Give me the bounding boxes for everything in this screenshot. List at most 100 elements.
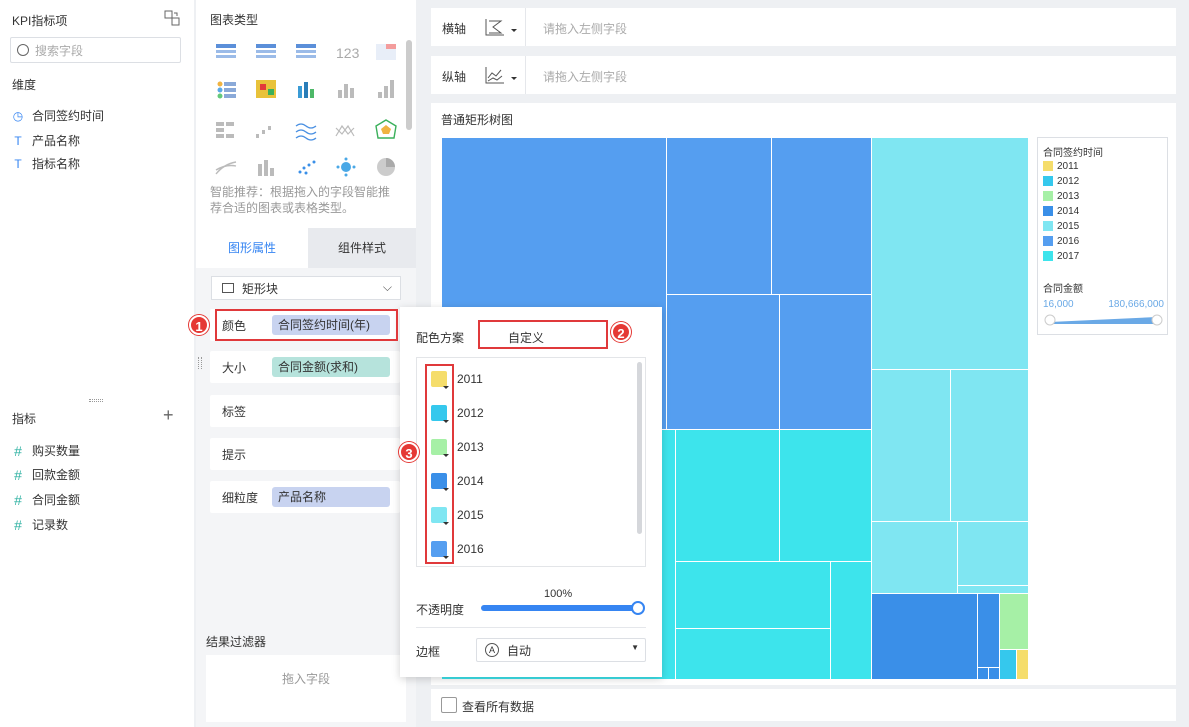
y-axis-type-icon[interactable] bbox=[485, 65, 519, 85]
search-icon bbox=[17, 44, 29, 56]
number-type-icon: # bbox=[14, 491, 22, 508]
x-axis-drop[interactable]: 请拖入左侧字段 bbox=[543, 20, 627, 37]
treemap-cell[interactable] bbox=[675, 429, 780, 562]
granularity-field-pill[interactable]: 产品名称 bbox=[272, 487, 390, 507]
legend-swatch bbox=[1043, 161, 1053, 172]
rect-shape-icon bbox=[222, 283, 234, 293]
opacity-thumb[interactable] bbox=[631, 601, 645, 615]
metric-item-count[interactable]: # 记录数 bbox=[12, 516, 68, 533]
number-type-icon: # bbox=[14, 466, 22, 483]
granularity-property[interactable]: 细粒度 产品名称 bbox=[210, 481, 400, 513]
filter-drop-zone[interactable]: 拖入字段 bbox=[206, 655, 406, 722]
treemap-cell[interactable] bbox=[1016, 649, 1029, 680]
highlight-swatches bbox=[425, 364, 454, 564]
treemap-cell[interactable] bbox=[957, 521, 1029, 586]
dim-item-metric-name[interactable]: T 指标名称 bbox=[12, 155, 80, 172]
dim-item-product[interactable]: T 产品名称 bbox=[12, 132, 80, 149]
step-badge-2: 2 bbox=[611, 322, 631, 342]
border-select[interactable]: A 自动 ▼ bbox=[476, 638, 646, 662]
switch-icon[interactable] bbox=[164, 10, 180, 26]
size-legend-title: 合同金额 bbox=[1043, 284, 1083, 295]
dim-item-time[interactable]: ◷ 合同签约时间 bbox=[12, 107, 104, 124]
opacity-label: 不透明度 bbox=[416, 603, 465, 617]
treemap-cell[interactable] bbox=[779, 294, 872, 431]
highlight-color-row bbox=[215, 309, 398, 341]
size-range-slider[interactable] bbox=[1044, 314, 1163, 326]
legend-item[interactable]: 2015 bbox=[1043, 221, 1079, 232]
y-axis-bar: 纵轴 请拖入左侧字段 bbox=[431, 56, 1176, 94]
treemap-cell[interactable] bbox=[871, 593, 978, 680]
auto-icon: A bbox=[485, 643, 499, 657]
treemap-cell[interactable] bbox=[675, 628, 831, 680]
treemap-cell[interactable] bbox=[666, 294, 780, 431]
legend-item[interactable]: 2017 bbox=[1043, 251, 1079, 262]
chart-type-icons[interactable]: 123 bbox=[214, 42, 404, 182]
tab-shape[interactable]: 图形属性 bbox=[196, 228, 308, 268]
treemap-cell[interactable] bbox=[871, 137, 1029, 370]
treemap-cell[interactable] bbox=[830, 561, 872, 680]
clock-icon: ◷ bbox=[12, 108, 24, 123]
legend-swatch bbox=[1043, 236, 1053, 247]
legend-item[interactable]: 2016 bbox=[1043, 236, 1079, 247]
chart-type-grid: 123 bbox=[214, 42, 404, 182]
search-placeholder: 搜索字段 bbox=[35, 43, 84, 58]
chart-legend: 合同签约时间 2011 2012 2013 2014 2015 2016 201… bbox=[1037, 137, 1168, 335]
x-axis-bar: 横轴 请拖入左侧字段 bbox=[431, 8, 1176, 46]
treemap-cell[interactable] bbox=[771, 137, 872, 295]
highlight-scheme bbox=[478, 320, 608, 349]
field-panel: KPI指标项 搜索字段 维度 ◷ 合同签约时间 T 产品名称 T 指标名称 指标 + … bbox=[0, 0, 194, 727]
size-property[interactable]: 大小 合同金额(求和) bbox=[210, 351, 400, 383]
treemap-cell[interactable] bbox=[871, 521, 958, 594]
dimension-header: 维度 bbox=[12, 78, 37, 92]
color-list-scrollbar[interactable] bbox=[637, 362, 642, 534]
metric-item-qty[interactable]: # 购买数量 bbox=[12, 442, 80, 459]
smart-tip: 智能推荐：根据拖入的字段智能推荐合适的图表或表格类型。 bbox=[210, 185, 391, 215]
view-all-bar: 查看所有数据 bbox=[431, 689, 1176, 721]
treemap-cell[interactable] bbox=[779, 429, 872, 562]
view-all-checkbox[interactable] bbox=[441, 697, 457, 713]
caret-down-icon: ▼ bbox=[631, 643, 639, 652]
y-axis-drop[interactable]: 请拖入左侧字段 bbox=[543, 68, 627, 85]
metric-item-contract[interactable]: # 合同金额 bbox=[12, 491, 80, 508]
treemap-cell[interactable] bbox=[977, 593, 1000, 668]
chart-type-title: 图表类型 bbox=[210, 13, 259, 27]
resize-handle[interactable] bbox=[89, 399, 103, 402]
treemap-cell[interactable] bbox=[871, 369, 951, 522]
metric-item-return[interactable]: # 回款金额 bbox=[12, 466, 80, 483]
treemap-cell[interactable] bbox=[999, 649, 1017, 680]
chart-title: 普通矩形树图 bbox=[441, 113, 514, 127]
legend-item[interactable]: 2012 bbox=[1043, 176, 1079, 187]
text-type-icon: T bbox=[14, 156, 22, 171]
tab-style[interactable]: 组件样式 bbox=[308, 228, 416, 268]
legend-swatch bbox=[1043, 221, 1053, 232]
add-metric-icon[interactable]: + bbox=[163, 405, 174, 426]
text-type-icon: T bbox=[14, 133, 22, 148]
legend-swatch bbox=[1043, 251, 1053, 262]
drag-handle-icon[interactable] bbox=[198, 357, 202, 369]
scrollbar[interactable] bbox=[406, 40, 412, 130]
legend-item[interactable]: 2011 bbox=[1043, 161, 1079, 172]
tooltip-property[interactable]: 提示 bbox=[210, 438, 400, 470]
treemap-cell[interactable] bbox=[950, 369, 1029, 522]
shape-select[interactable]: 矩形块 ⌵ bbox=[211, 276, 401, 300]
treemap-cell[interactable] bbox=[675, 561, 831, 629]
filter-title: 结果过滤器 bbox=[206, 635, 267, 649]
treemap-cell[interactable] bbox=[999, 593, 1029, 650]
treemap-cell[interactable] bbox=[666, 137, 772, 295]
scheme-label: 配色方案 bbox=[416, 331, 465, 345]
svg-text:123: 123 bbox=[336, 45, 360, 61]
chevron-down-icon: ⌵ bbox=[382, 280, 392, 294]
legend-item[interactable]: 2013 bbox=[1043, 191, 1079, 202]
label-property[interactable]: 标签 bbox=[210, 395, 400, 427]
size-field-pill[interactable]: 合同金额(求和) bbox=[272, 357, 390, 377]
legend-swatch bbox=[1043, 191, 1053, 202]
opacity-fill bbox=[481, 605, 638, 611]
size-legend-min: 16,000 bbox=[1043, 299, 1074, 310]
legend-swatch bbox=[1043, 206, 1053, 217]
step-badge-3: 3 bbox=[399, 442, 419, 462]
opacity-slider[interactable] bbox=[481, 601, 645, 615]
panel-title: KPI指标项 bbox=[12, 14, 68, 28]
legend-item[interactable]: 2014 bbox=[1043, 206, 1079, 217]
search-input[interactable]: 搜索字段 bbox=[10, 37, 181, 63]
x-axis-type-icon[interactable] bbox=[485, 17, 519, 37]
